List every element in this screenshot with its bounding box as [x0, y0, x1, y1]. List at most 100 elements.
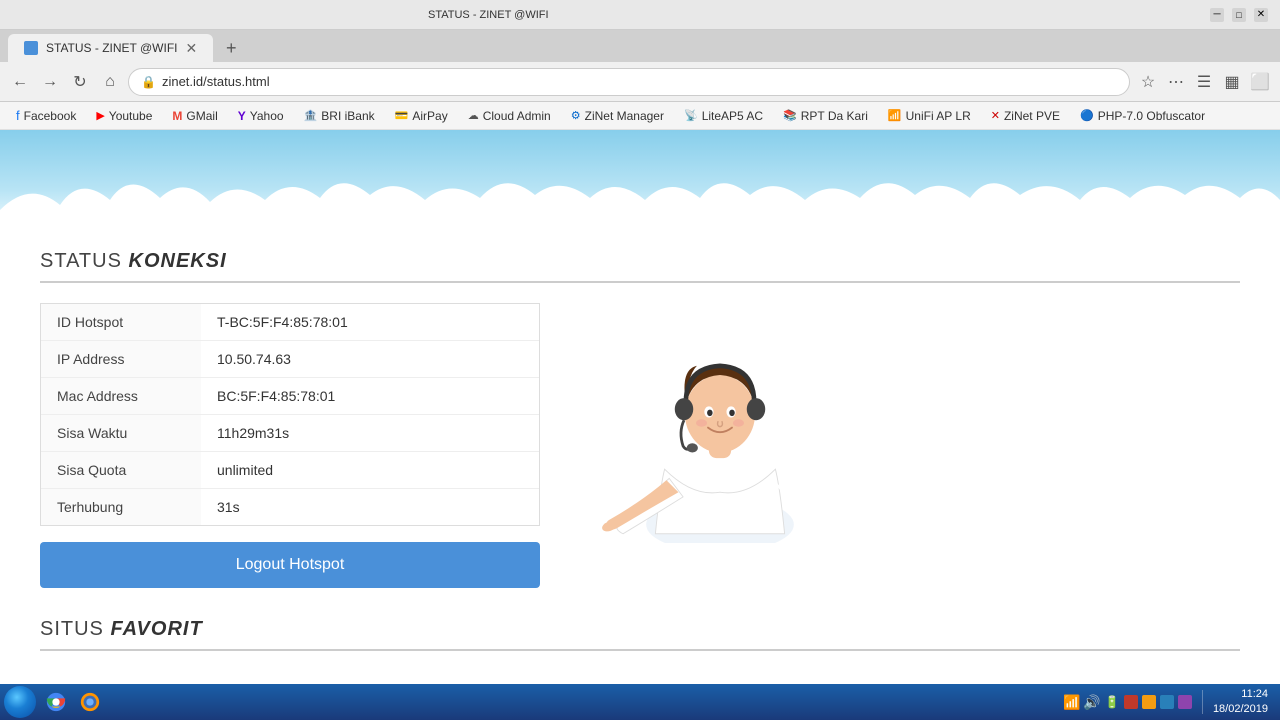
tab-favicon-icon: [24, 41, 38, 55]
section-title-favorit: SITUS FAVORIT: [40, 618, 1240, 651]
php-icon: 🔵: [1080, 109, 1094, 122]
network-icon: 📶: [1064, 694, 1080, 710]
page-content: STATUS KONEKSI ID Hotspot T-BC:5F:F4:85:…: [0, 130, 1280, 684]
bookmark-airpay[interactable]: 💳 AirPay: [387, 107, 456, 125]
value-id-hotspot: T-BC:5F:F4:85:78:01: [201, 304, 539, 340]
sky-banner: [0, 130, 1280, 230]
taskbar: 📶 🔊 🔋 11:24 18/02/2019: [0, 684, 1280, 720]
clock-date: 18/02/2019: [1213, 702, 1268, 717]
youtube-icon: ▶: [96, 109, 104, 122]
main-area: STATUS KONEKSI ID Hotspot T-BC:5F:F4:85:…: [0, 230, 1280, 684]
tray-icons: 📶 🔊 🔋: [1064, 694, 1192, 710]
system-icon2: [1142, 695, 1156, 709]
value-ip-address: 10.50.74.63: [201, 341, 539, 377]
facebook-icon: f: [16, 108, 20, 123]
home-button[interactable]: ⌂: [98, 70, 122, 94]
section-title2-static: SITUS: [40, 618, 104, 640]
yahoo-icon: Y: [238, 109, 246, 123]
label-ip-address: IP Address: [41, 341, 201, 377]
value-sisa-quota: unlimited: [201, 452, 539, 488]
label-sisa-waktu: Sisa Waktu: [41, 415, 201, 451]
logout-hotspot-button[interactable]: Logout Hotspot: [40, 542, 540, 588]
table-row: ID Hotspot T-BC:5F:F4:85:78:01: [41, 304, 539, 341]
start-button[interactable]: [4, 686, 36, 718]
bookmark-gmail[interactable]: M GMail: [164, 107, 225, 125]
left-panel: ID Hotspot T-BC:5F:F4:85:78:01 IP Addres…: [40, 303, 540, 588]
bri-icon: 🏦: [304, 109, 318, 122]
bookmark-yahoo[interactable]: Y Yahoo: [230, 107, 292, 125]
label-mac-address: Mac Address: [41, 378, 201, 414]
split-icon[interactable]: ⬜: [1248, 70, 1272, 94]
system-icon3: [1160, 695, 1174, 709]
label-sisa-quota: Sisa Quota: [41, 452, 201, 488]
info-table: ID Hotspot T-BC:5F:F4:85:78:01 IP Addres…: [40, 303, 540, 526]
table-row: Sisa Waktu 11h29m31s: [41, 415, 539, 452]
section-title-static: STATUS: [40, 250, 122, 272]
bookmark-youtube[interactable]: ▶ Youtube: [88, 107, 160, 125]
section-title2-italic: FAVORIT: [110, 618, 202, 640]
sidebar-icon[interactable]: ▦: [1220, 70, 1244, 94]
tab-close-icon[interactable]: ✕: [186, 40, 198, 57]
rpt-icon: 📚: [783, 109, 797, 122]
clock-time: 11:24: [1213, 687, 1268, 702]
bookmark-cloudadmin[interactable]: ☁ Cloud Admin: [460, 107, 559, 125]
section-title-italic: KONEKSI: [129, 250, 227, 272]
value-mac-address: BC:5F:F4:85:78:01: [201, 378, 539, 414]
battery-icon: 🔋: [1104, 694, 1120, 710]
bookmark-unifi[interactable]: 📶 UniFi AP LR: [880, 107, 979, 125]
bookmarks-icon[interactable]: ☆: [1136, 70, 1160, 94]
table-row: Mac Address BC:5F:F4:85:78:01: [41, 378, 539, 415]
value-terhubung: 31s: [201, 489, 539, 525]
cloudadmin-icon: ☁: [468, 109, 479, 122]
bookmark-bri[interactable]: 🏦 BRI iBank: [296, 107, 383, 125]
taskbar-tray: 📶 🔊 🔋 11:24 18/02/2019: [1064, 687, 1276, 718]
label-id-hotspot: ID Hotspot: [41, 304, 201, 340]
new-tab-btn[interactable]: +: [217, 34, 245, 62]
zinetpve-icon: ✕: [991, 109, 1000, 122]
reader-icon[interactable]: ☰: [1192, 70, 1216, 94]
bookmark-liteap5[interactable]: 📡 LiteAP5 AC: [676, 107, 771, 125]
table-row: Terhubung 31s: [41, 489, 539, 525]
address-bar[interactable]: 🔒 zinet.id/status.html: [128, 68, 1130, 96]
menu-icon[interactable]: ⋯: [1164, 70, 1188, 94]
bookmark-zinetmanager[interactable]: ⚙ ZiNet Manager: [563, 107, 672, 125]
bookmark-facebook[interactable]: f Facebook: [8, 106, 84, 125]
system-icon4: [1178, 695, 1192, 709]
zinetmanager-icon: ⚙: [571, 109, 581, 122]
tab-title: STATUS - ZINET @WIFI: [46, 41, 178, 55]
person-svg: [580, 303, 860, 543]
forward-button[interactable]: →: [38, 70, 62, 94]
back-button[interactable]: ←: [8, 70, 32, 94]
bookmark-php[interactable]: 🔵 PHP-7.0 Obfuscator: [1072, 107, 1213, 125]
situs-favorit-section: SITUS FAVORIT: [40, 618, 1240, 651]
table-row: Sisa Quota unlimited: [41, 452, 539, 489]
customer-service-image: [580, 303, 860, 543]
close-btn[interactable]: ✕: [1254, 8, 1268, 22]
minimize-btn[interactable]: ─: [1210, 8, 1224, 22]
gmail-icon: M: [172, 109, 182, 123]
active-tab[interactable]: STATUS - ZINET @WIFI ✕: [8, 34, 213, 62]
liteap5-icon: 📡: [684, 109, 698, 122]
taskbar-firefox[interactable]: [74, 688, 106, 716]
airpay-icon: 💳: [395, 109, 409, 122]
table-row: IP Address 10.50.74.63: [41, 341, 539, 378]
nav-bar: ← → ↻ ⌂ 🔒 zinet.id/status.html ☆ ⋯ ☰ ▦ ⬜: [0, 62, 1280, 102]
value-sisa-waktu: 11h29m31s: [201, 415, 539, 451]
bookmark-rpt[interactable]: 📚 RPT Da Kari: [775, 107, 876, 125]
taskbar-chrome[interactable]: [40, 688, 72, 716]
sound-icon: 🔊: [1084, 694, 1100, 710]
content-row: ID Hotspot T-BC:5F:F4:85:78:01 IP Addres…: [40, 303, 1240, 588]
unifi-icon: 📶: [888, 109, 902, 122]
section-title-koneksi: STATUS KONEKSI: [40, 250, 1240, 283]
bookmark-zinetpve[interactable]: ✕ ZiNet PVE: [983, 107, 1068, 125]
url-text: zinet.id/status.html: [162, 74, 270, 89]
bookmarks-bar: f Facebook ▶ Youtube M GMail Y Yahoo 🏦 B…: [0, 102, 1280, 130]
system-icon1: [1124, 695, 1138, 709]
tab-bar: STATUS - ZINET @WIFI ✕ +: [0, 30, 1280, 62]
maximize-btn[interactable]: □: [1232, 8, 1246, 22]
titlebar-text: STATUS - ZINET @WIFI: [8, 9, 1210, 21]
taskbar-clock[interactable]: 11:24 18/02/2019: [1213, 687, 1268, 718]
refresh-button[interactable]: ↻: [68, 70, 92, 94]
label-terhubung: Terhubung: [41, 489, 201, 525]
browser-titlebar: STATUS - ZINET @WIFI ─ □ ✕: [0, 0, 1280, 30]
